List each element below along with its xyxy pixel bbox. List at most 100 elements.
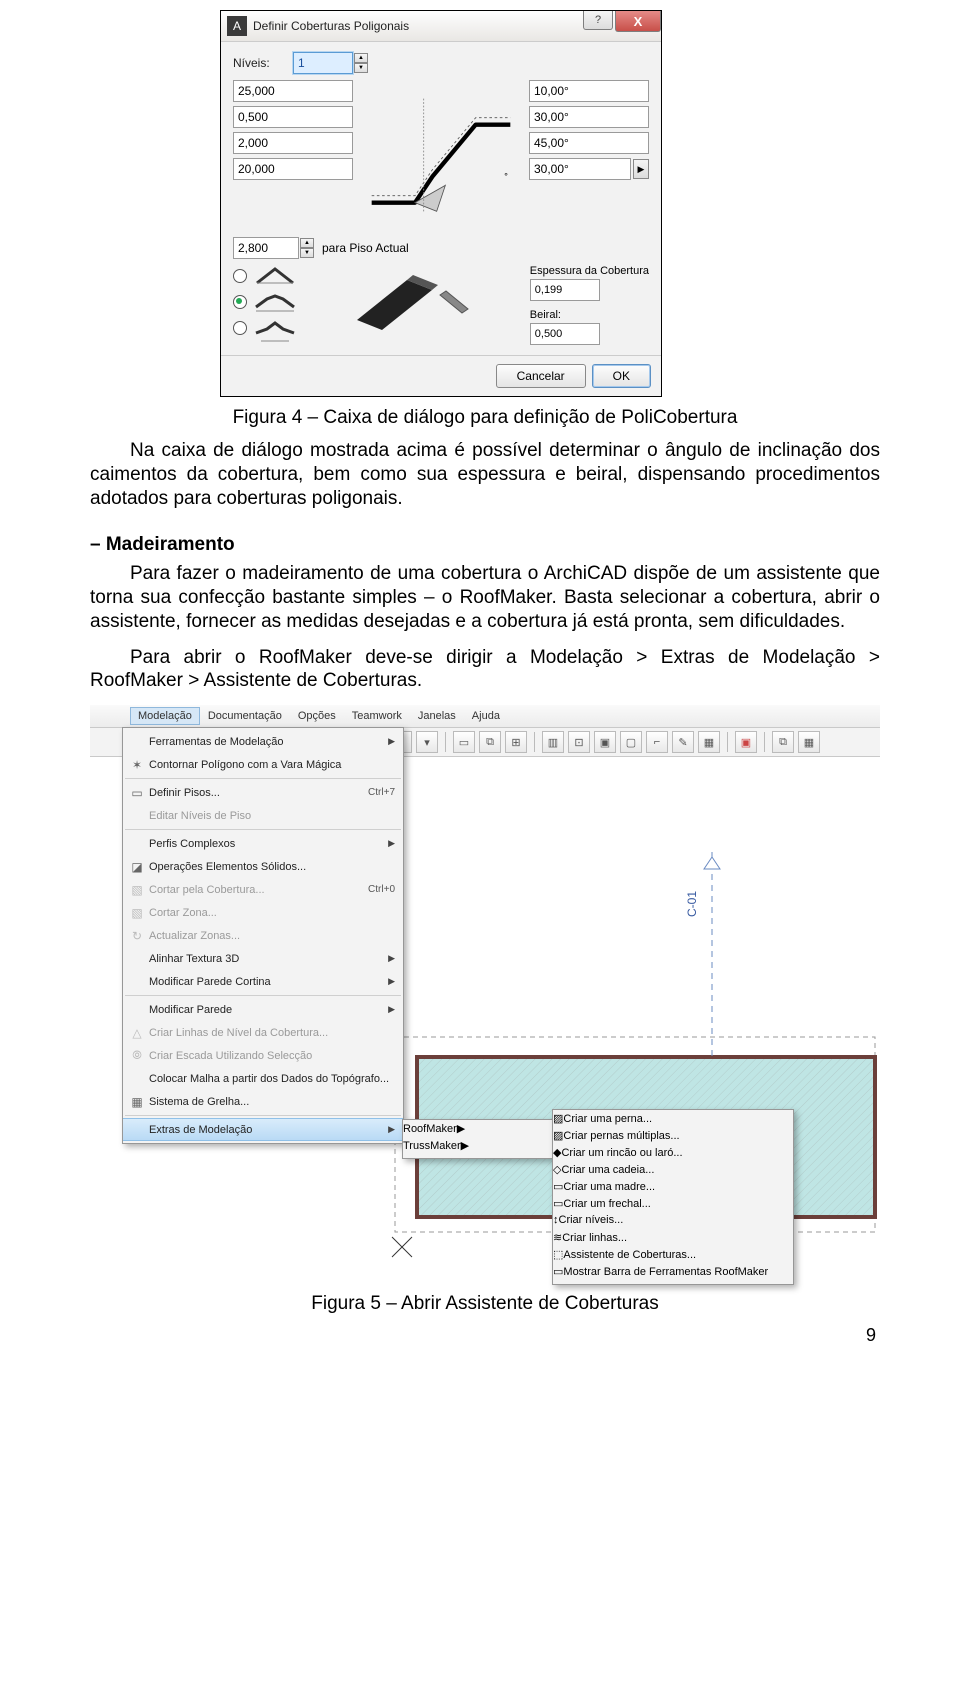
menu-item-icon: ▨	[553, 1130, 563, 1142]
tb-icon[interactable]: ⧉	[772, 731, 794, 753]
menu-item-label: Criar uma cadeia...	[561, 1164, 654, 1176]
tb-icon[interactable]: ▥	[542, 731, 564, 753]
submenu-arrow-icon: ▶	[384, 953, 395, 964]
tb-icon[interactable]: ▾	[416, 731, 438, 753]
menu-modelacao[interactable]: Modelação	[130, 707, 200, 725]
niveis-field[interactable]: 1	[293, 52, 353, 74]
menu-item: ↻Actualizar Zonas...	[123, 924, 403, 947]
menu-item[interactable]: RoofMaker▶	[403, 1122, 553, 1139]
level-stepper[interactable]: ▲▼	[300, 238, 314, 258]
menu-item-label: Cortar pela Cobertura...	[149, 884, 368, 896]
archicad-screenshot: Modelação Documentação Opções Teamwork J…	[90, 705, 880, 1287]
menu-item-label: Criar pernas múltiplas...	[563, 1130, 679, 1142]
tb-icon[interactable]: ⌐	[646, 731, 668, 753]
menu-item[interactable]: Colocar Malha a partir dos Dados do Topó…	[123, 1067, 403, 1090]
menu-item[interactable]: ▭Criar uma madre...	[553, 1180, 793, 1197]
help-button[interactable]: ?	[583, 11, 613, 30]
menu-item[interactable]: Extras de Modelação▶	[123, 1118, 403, 1141]
tb-icon[interactable]: ▣	[735, 731, 757, 753]
ok-button[interactable]: OK	[592, 364, 651, 388]
menu-item-icon: ▭	[553, 1181, 563, 1193]
level-value-field[interactable]: 2,800	[233, 237, 299, 259]
menu-janelas[interactable]: Janelas	[410, 707, 464, 725]
menu-ajuda[interactable]: Ajuda	[464, 707, 508, 725]
paragraph-2: Para fazer o madeiramento de uma cobertu…	[90, 562, 880, 633]
tb-icon[interactable]: ▢	[620, 731, 642, 753]
menu-item[interactable]: ◆Criar um rincão ou laró...	[553, 1146, 793, 1163]
figure-4-caption: Figura 4 – Caixa de diálogo para definiç…	[90, 407, 880, 429]
roofmaker-submenu: ▨Criar uma perna...▨Criar pernas múltipl…	[552, 1109, 794, 1285]
menu-item[interactable]: ↕Criar níveis...	[553, 1214, 793, 1231]
tb-icon[interactable]: ⊞	[505, 731, 527, 753]
right-val-4[interactable]: 30,00°	[529, 158, 631, 180]
niveis-stepper[interactable]: ▲▼	[354, 53, 368, 73]
right-val-2[interactable]: 30,00°	[529, 106, 649, 128]
menu-item-label: Operações Elementos Sólidos...	[149, 861, 395, 873]
menu-item[interactable]: TrussMaker▶	[403, 1139, 553, 1156]
menu-item: ⦾Criar Escada Utilizando Selecção	[123, 1044, 403, 1067]
extras-submenu: RoofMaker▶TrussMaker▶	[402, 1119, 554, 1159]
roof-shape-icon-1	[255, 265, 295, 287]
menu-item[interactable]: ▭Mostrar Barra de Ferramentas RoofMaker	[553, 1265, 793, 1282]
dialog-definir-coberturas: A Definir Coberturas Poligonais ? X Níve…	[220, 10, 662, 397]
tb-icon[interactable]: ▦	[798, 731, 820, 753]
menu-item[interactable]: ▨Criar pernas múltiplas...	[553, 1129, 793, 1146]
menu-item[interactable]: Modificar Parede▶	[123, 998, 403, 1021]
menu-item[interactable]: ≋Criar linhas...	[553, 1231, 793, 1248]
left-val-2[interactable]: 0,500	[233, 106, 353, 128]
angle-button[interactable]: ▶	[633, 159, 649, 179]
tb-icon[interactable]: ⧉	[479, 731, 501, 753]
left-value-column: 25,000 0,500 2,000 20,000	[233, 80, 353, 233]
menu-item-label: Modificar Parede	[149, 1004, 384, 1016]
menu-item-label: Actualizar Zonas...	[149, 930, 395, 942]
menu-item-label: Criar um frechal...	[563, 1198, 650, 1210]
menu-item[interactable]: ▦Sistema de Grelha...	[123, 1090, 403, 1113]
right-val-1[interactable]: 10,00°	[529, 80, 649, 102]
menu-item[interactable]: ◪Operações Elementos Sólidos...	[123, 855, 403, 878]
menu-shortcut: Ctrl+7	[368, 787, 395, 798]
page-number: 9	[90, 1325, 880, 1346]
menu-item-label: TrussMaker	[403, 1140, 461, 1152]
menu-item-label: Mostrar Barra de Ferramentas RoofMaker	[563, 1266, 768, 1278]
menu-item[interactable]: ▭Definir Pisos...Ctrl+7	[123, 781, 403, 804]
left-val-4[interactable]: 20,000	[233, 158, 353, 180]
menu-item-label: Modificar Parede Cortina	[149, 976, 384, 988]
beiral-field[interactable]: 0,500	[530, 323, 600, 345]
paragraph-3: Para abrir o RoofMaker deve-se dirigir a…	[90, 646, 880, 694]
menu-item-label: Cortar Zona...	[149, 907, 395, 919]
menu-item[interactable]: ✶Contornar Polígono com a Vara Mágica	[123, 753, 403, 776]
close-button[interactable]: X	[615, 11, 661, 32]
cancel-button[interactable]: Cancelar	[496, 364, 586, 388]
menu-item-label: Criar uma madre...	[563, 1181, 655, 1193]
menu-documentacao[interactable]: Documentação	[200, 707, 290, 725]
menu-item-icon: ⦾	[125, 1048, 149, 1063]
menu-item-label: Assistente de Coberturas...	[563, 1249, 696, 1261]
menu-item[interactable]: Alinhar Textura 3D▶	[123, 947, 403, 970]
menu-item[interactable]: Ferramentas de Modelação▶	[123, 730, 403, 753]
roof-shape-radio-3[interactable]	[233, 321, 247, 335]
menu-item[interactable]: ◇Criar uma cadeia...	[553, 1163, 793, 1180]
tb-icon[interactable]: ▦	[698, 731, 720, 753]
menu-item[interactable]: ⬚Assistente de Coberturas...	[553, 1248, 793, 1265]
tb-icon[interactable]: ▭	[453, 731, 475, 753]
menu-item[interactable]: ▭Criar um frechal...	[553, 1197, 793, 1214]
figure-5-caption: Figura 5 – Abrir Assistente de Cobertura…	[90, 1293, 880, 1315]
tb-icon[interactable]: ▣	[594, 731, 616, 753]
menu-item[interactable]: ▨Criar uma perna...	[553, 1112, 793, 1129]
right-val-3[interactable]: 45,00°	[529, 132, 649, 154]
tb-icon[interactable]: ✎	[672, 731, 694, 753]
left-val-3[interactable]: 2,000	[233, 132, 353, 154]
menu-teamwork[interactable]: Teamwork	[344, 707, 410, 725]
menu-item: Editar Níveis de Piso	[123, 804, 403, 827]
menu-item[interactable]: Modificar Parede Cortina▶	[123, 970, 403, 993]
menu-opcoes[interactable]: Opções	[290, 707, 344, 725]
menu-item[interactable]: Perfis Complexos▶	[123, 832, 403, 855]
tb-icon[interactable]: ⊡	[568, 731, 590, 753]
menu-item-icon: ↻	[125, 929, 149, 943]
menu-item-label: Sistema de Grelha...	[149, 1096, 395, 1108]
roof-shape-radio-2[interactable]	[233, 295, 247, 309]
left-val-1[interactable]: 25,000	[233, 80, 353, 102]
menu-item-label: Perfis Complexos	[149, 838, 384, 850]
roof-shape-radio-1[interactable]	[233, 269, 247, 283]
espessura-field[interactable]: 0,199	[530, 279, 600, 301]
